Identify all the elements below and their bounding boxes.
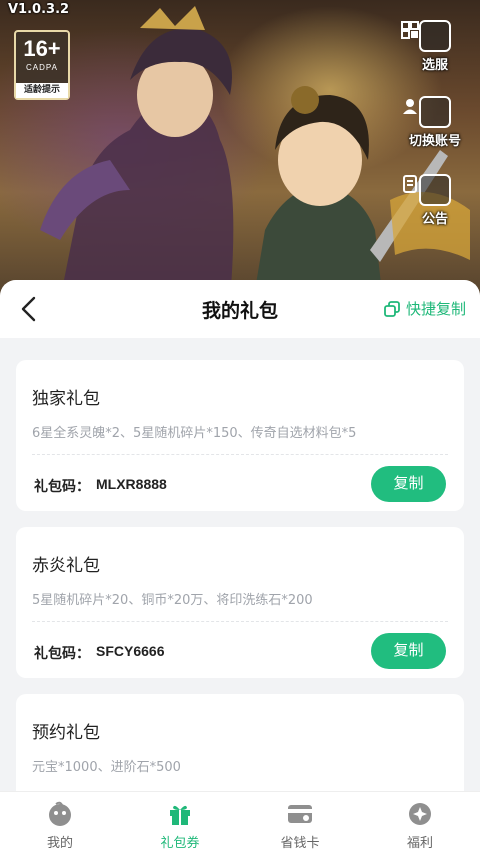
- age-rating-badge[interactable]: 16+ CADPA 适龄提示: [14, 30, 70, 100]
- gift-pack-name: 赤炎礼包: [32, 556, 100, 576]
- nav-label: 礼包券: [160, 836, 200, 851]
- nav-label: 我的: [46, 836, 73, 851]
- gift-pack-contents: 6星全系灵魄*2、5星随机碎片*150、传奇自选材料包*5: [32, 426, 357, 441]
- gift-code: SFCY6666: [96, 643, 165, 659]
- nav-item-gift-coupons[interactable]: 礼包券: [120, 792, 240, 853]
- nav-item-welfare[interactable]: 福利: [360, 792, 480, 853]
- server-select-icon: [401, 20, 451, 52]
- nav-label: 福利: [406, 836, 433, 851]
- gift-code: MLXR8888: [96, 476, 167, 492]
- gift-icon: [166, 800, 194, 828]
- copy-icon: [384, 300, 400, 317]
- gift-pack-name: 独家礼包: [32, 389, 100, 409]
- nav-item-profile[interactable]: 我的: [0, 792, 120, 853]
- switch-account-button[interactable]: 切换账号: [400, 96, 470, 149]
- gift-code-label: 礼包码：: [34, 646, 90, 662]
- gift-pack-contents: 元宝*1000、进阶石*500: [32, 760, 181, 775]
- notice-label: 公告: [421, 212, 448, 227]
- server-select-button[interactable]: 选服: [400, 20, 470, 73]
- copy-code-button[interactable]: 复制: [371, 633, 446, 669]
- age-rating-org: CADPA: [26, 63, 58, 72]
- quick-copy-button[interactable]: 快捷复制: [383, 298, 466, 319]
- gift-pack-contents: 5星随机碎片*20、铜币*20万、将印洗练石*200: [32, 593, 313, 608]
- switch-account-icon: [403, 96, 451, 128]
- profile-icon: [46, 800, 74, 828]
- divider: [32, 621, 448, 622]
- notice-icon: [403, 174, 451, 206]
- game-background: V1.0.3.2 16+ CADPA 适龄提示 选服 切换账号 公告: [0, 0, 480, 320]
- gift-pack-name: 预约礼包: [32, 723, 100, 743]
- gift-pack-card: 独家礼包 6星全系灵魄*2、5星随机碎片*150、传奇自选材料包*5 礼包码： …: [16, 360, 464, 511]
- nav-label: 省钱卡: [280, 836, 320, 851]
- card-icon: [286, 800, 314, 828]
- age-rating-tip: 适龄提示: [16, 83, 68, 98]
- age-rating: 16+: [23, 36, 61, 61]
- copy-code-button[interactable]: 复制: [371, 466, 446, 502]
- quick-copy-label: 快捷复制: [405, 300, 466, 318]
- divider: [32, 454, 448, 455]
- welfare-icon: [406, 800, 434, 828]
- switch-account-label: 切换账号: [408, 134, 461, 149]
- gift-pack-card: 赤炎礼包 5星随机碎片*20、铜币*20万、将印洗练石*200 礼包码： SFC…: [16, 527, 464, 678]
- bottom-nav: 我的 礼包券 省钱卡 福利: [0, 791, 480, 853]
- server-select-label: 选服: [421, 58, 448, 73]
- notice-button[interactable]: 公告: [400, 174, 470, 227]
- gift-pack-sheet: 我的礼包 快捷复制 独家礼包 6星全系灵魄*2、5星随机碎片*150、传奇自选材…: [0, 280, 480, 853]
- gift-code-label: 礼包码：: [34, 479, 90, 495]
- sheet-header: 我的礼包 快捷复制: [0, 280, 480, 338]
- nav-item-savings-card[interactable]: 省钱卡: [240, 792, 360, 853]
- version-label: V1.0.3.2: [8, 2, 70, 17]
